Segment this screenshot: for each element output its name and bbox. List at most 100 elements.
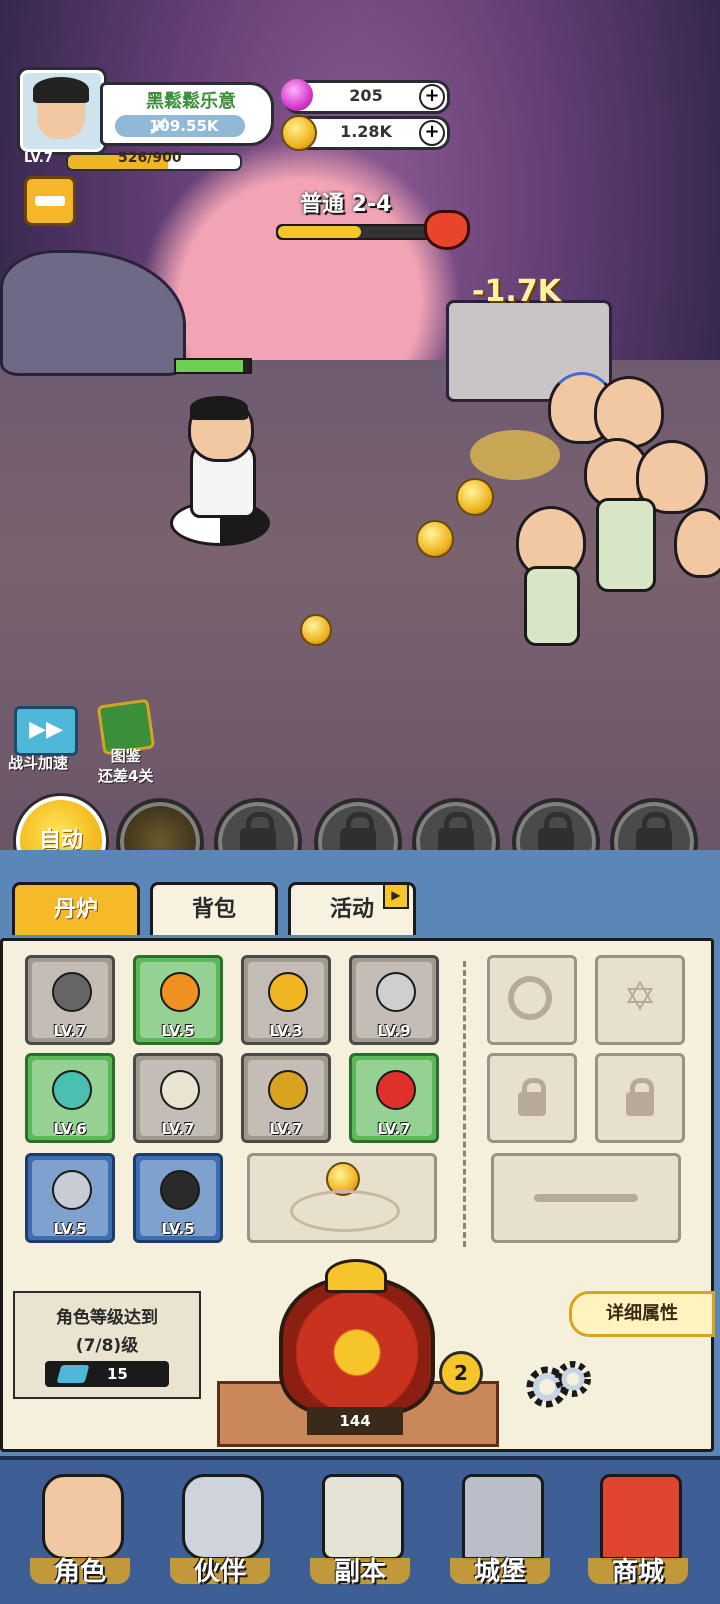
castle-icon xyxy=(462,1474,544,1560)
ring-emblem-icon xyxy=(508,976,552,1020)
equipment-item[interactable]: LV.7 xyxy=(349,1053,439,1143)
equipment-item[interactable]: LV.9 xyxy=(349,955,439,1045)
helmet-icon xyxy=(160,972,200,1012)
bottom-nav: 角色 伙伴 副本 城堡 商城 xyxy=(0,1456,720,1604)
stage-label: 普通 2-4 xyxy=(300,192,392,217)
minus-icon xyxy=(35,196,65,206)
arrow-right-icon: ▶ xyxy=(383,883,409,909)
equipment-item[interactable]: LV.7 xyxy=(241,1053,331,1143)
divider xyxy=(463,961,466,1247)
player-info-panel: 黑鬆鬆乐意 🗡 109.55K xyxy=(100,82,274,146)
equipment-item[interactable]: LV.3 xyxy=(241,955,331,1045)
avatar-hair xyxy=(33,77,89,103)
gong-icon xyxy=(268,972,308,1012)
nav-shop[interactable]: 商城 xyxy=(578,1468,698,1592)
summon-circle-slot[interactable] xyxy=(247,1153,437,1243)
lower-panel: 丹炉 背包 活动 ▶ LV.7 LV.5 LV.3 LV.9 LV.6 LV.7 LV.7 L… xyxy=(0,850,720,1456)
equipment-item[interactable]: LV.7 xyxy=(25,955,115,1045)
nav-dungeon-label: 副本 xyxy=(333,1557,386,1587)
cleaver-icon xyxy=(52,972,92,1012)
bracer-icon xyxy=(52,1170,92,1210)
furnace-cost: 144 xyxy=(307,1407,403,1435)
codex-remaining: 还差4关 xyxy=(98,767,154,785)
item-level: LV.6 xyxy=(53,1120,87,1138)
collapse-menu-button[interactable] xyxy=(24,176,76,226)
red-orb-icon xyxy=(376,1070,416,1110)
nav-dungeon[interactable]: 副本 xyxy=(300,1468,420,1592)
character-portrait-icon xyxy=(42,1474,124,1560)
requirement-level: (7/8)级 xyxy=(75,1336,139,1356)
item-level: LV.5 xyxy=(161,1022,195,1040)
dropped-coin-icon xyxy=(456,478,494,516)
nav-castle[interactable]: 城堡 xyxy=(440,1468,560,1592)
boots-icon xyxy=(160,1170,200,1210)
item-level: LV.5 xyxy=(53,1220,87,1238)
exp-text: 526/900 xyxy=(118,150,182,166)
requirement-text: 角色等级达到 xyxy=(56,1308,158,1328)
equip-slot-locked[interactable] xyxy=(595,1053,685,1143)
plate-icon xyxy=(160,1070,200,1110)
scroll-map-icon xyxy=(322,1474,404,1560)
equipment-item[interactable]: LV.7 xyxy=(133,1053,223,1143)
damage-number: -1.7K xyxy=(472,274,561,309)
upgrade-cost: 15 xyxy=(45,1361,169,1387)
tab-alchemy-furnace[interactable]: 丹炉 xyxy=(12,882,140,935)
upgrade-cost-value: 15 xyxy=(107,1365,128,1383)
player-level: LV.7 xyxy=(24,151,53,166)
gem-icon xyxy=(281,79,313,111)
player-hp-fill xyxy=(176,360,243,372)
battle-speed-button[interactable]: ▶▶ xyxy=(14,706,78,756)
item-level: LV.9 xyxy=(377,1022,411,1040)
spear-icon xyxy=(534,1194,638,1202)
battle-speed-label: 战斗加速 xyxy=(8,754,69,772)
tab-events[interactable]: 活动 ▶ xyxy=(288,882,416,935)
coin-icon xyxy=(281,115,317,151)
shop-pagoda-icon xyxy=(600,1474,682,1560)
nav-partner[interactable]: 伙伴 xyxy=(160,1468,280,1592)
enemy-character xyxy=(594,376,664,448)
nav-character[interactable]: 角色 xyxy=(20,1468,140,1592)
equip-slot-ring[interactable] xyxy=(487,955,577,1045)
item-level: LV.7 xyxy=(269,1120,303,1138)
codex-label: 图鉴 还差4关 xyxy=(98,746,153,786)
equip-slot-locked[interactable] xyxy=(487,1053,577,1143)
player-hair xyxy=(190,396,248,420)
equipment-item[interactable]: LV.6 xyxy=(25,1053,115,1143)
gem-value: 205 xyxy=(349,86,383,105)
add-coins-button[interactable]: + xyxy=(419,120,445,146)
weapon-slot[interactable] xyxy=(491,1153,681,1243)
dropped-coin-icon xyxy=(300,614,332,646)
furnace-count-badge: 2 xyxy=(439,1351,483,1395)
gem-counter: 205 + xyxy=(281,79,450,114)
coin-value: 1.28K xyxy=(340,122,392,141)
panda-partner-icon xyxy=(182,1474,264,1560)
nav-castle-label: 城堡 xyxy=(473,1557,526,1587)
player-avatar[interactable] xyxy=(20,70,104,152)
ticket-icon xyxy=(56,1365,90,1383)
stage-progress-bar xyxy=(276,224,440,240)
tab-events-label: 活动 xyxy=(329,897,374,922)
dog-medal-icon xyxy=(376,972,416,1012)
lock-icon xyxy=(518,1078,546,1116)
armor-icon xyxy=(52,1070,92,1110)
coin-counter: 1.28K + xyxy=(281,115,450,151)
codex-title: 图鉴 xyxy=(110,747,141,765)
add-gems-button[interactable]: + xyxy=(419,84,445,110)
equipment-item[interactable]: LV.5 xyxy=(25,1153,115,1243)
boss-demon-icon xyxy=(424,210,470,250)
detail-attributes-button[interactable]: 详细属性 xyxy=(569,1291,715,1337)
alchemy-furnace-button[interactable] xyxy=(279,1277,435,1415)
equipment-item[interactable]: LV.5 xyxy=(133,955,223,1045)
player-name: 黑鬆鬆乐意 xyxy=(146,91,236,112)
tab-backpack[interactable]: 背包 xyxy=(150,882,278,935)
furnace-panel: LV.7 LV.5 LV.3 LV.9 LV.6 LV.7 LV.7 LV.7 LV.5 LV.5… xyxy=(0,938,715,1452)
item-level: LV.3 xyxy=(269,1022,303,1040)
item-level: LV.7 xyxy=(53,1022,87,1040)
equip-slot-star[interactable]: ✡ xyxy=(595,955,685,1045)
enemy-body xyxy=(596,498,656,592)
equipment-item[interactable]: LV.5 xyxy=(133,1153,223,1243)
combat-power-value: 109.55K xyxy=(149,117,219,135)
nav-character-label: 角色 xyxy=(53,1557,106,1587)
settings-gear-icon[interactable] xyxy=(523,1353,593,1413)
nav-shop-label: 商城 xyxy=(611,1557,664,1587)
